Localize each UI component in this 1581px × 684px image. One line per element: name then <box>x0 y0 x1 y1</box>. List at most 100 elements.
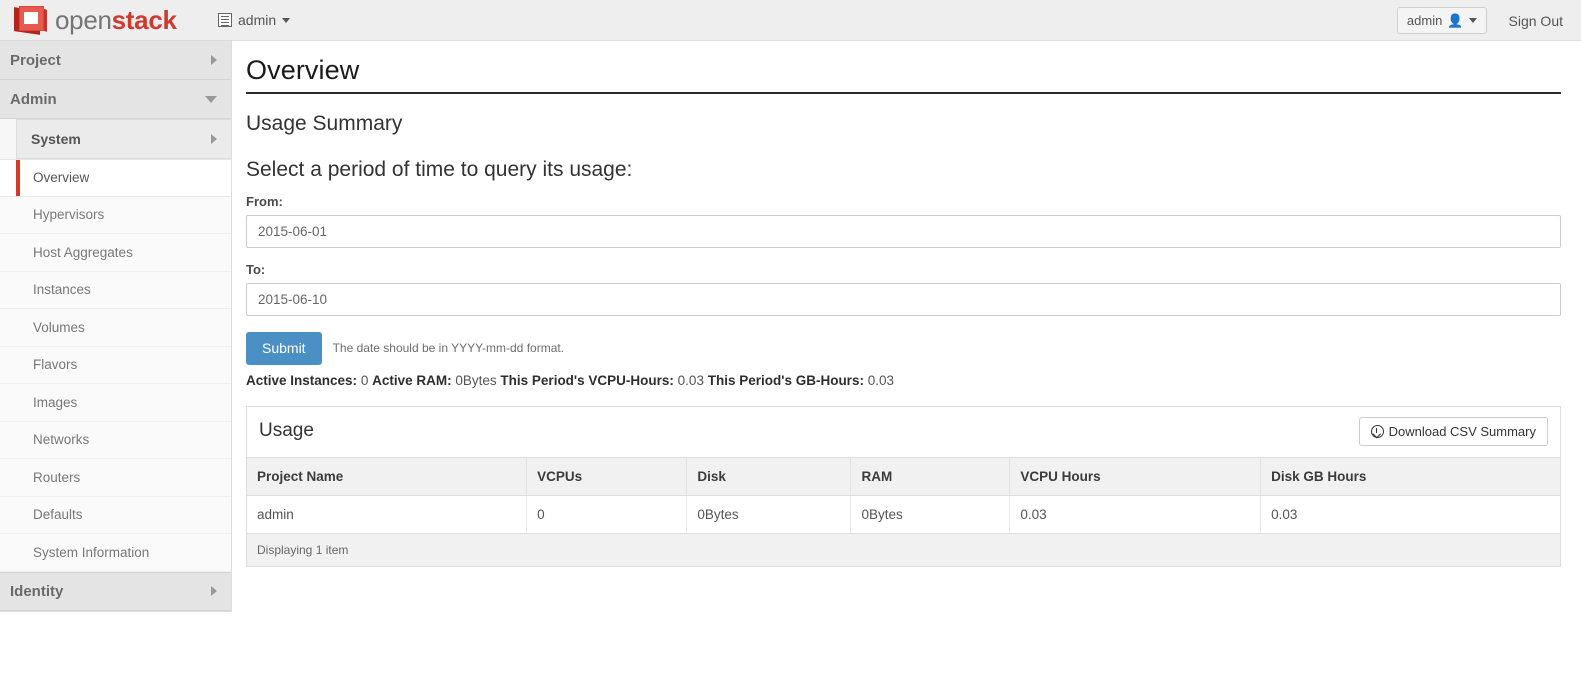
sidebar-group-system[interactable]: System <box>16 119 231 159</box>
sidebar-item-hypervisors[interactable]: Hypervisors <box>0 196 231 234</box>
sidebar-item-label: Flavors <box>33 357 78 373</box>
sidebar-group-system-label: System <box>31 131 81 147</box>
date-form-legend: Select a period of time to query its usa… <box>246 158 633 181</box>
date-format-help-text: The date should be in YYYY-mm-dd format. <box>332 341 565 356</box>
active-instances-label: Active Instances: <box>246 372 358 388</box>
active-ram-value: 0Bytes <box>455 372 497 388</box>
sidebar-navigation: Project Admin System Overview Hypervisor… <box>0 41 232 612</box>
cell-vcpus: 0 <box>526 495 688 534</box>
main-content: Overview Usage Summary Select a period o… <box>232 41 1581 567</box>
sidebar-panel-project-label: Project <box>10 51 61 69</box>
cell-disk: 0Bytes <box>686 495 852 534</box>
usage-table-title: Usage <box>259 420 314 442</box>
sidebar-panel-identity[interactable]: Identity <box>0 571 231 611</box>
usage-table-panel: Usage Download CSV Summary Project Name … <box>246 405 1561 567</box>
sidebar-item-label: Volumes <box>33 319 85 335</box>
user-menu-label: admin <box>1406 13 1443 28</box>
chevron-down-icon <box>205 95 217 103</box>
column-header-disk-gb-hours: Disk GB Hours <box>1260 457 1560 496</box>
sidebar-panel-admin[interactable]: Admin <box>0 80 231 119</box>
sidebar-item-defaults[interactable]: Defaults <box>0 496 231 534</box>
page-body: Project Admin System Overview Hypervisor… <box>0 41 1581 612</box>
column-header-project-name: Project Name <box>247 457 528 496</box>
openstack-cube-icon <box>14 5 48 35</box>
usage-table-body: admin 0 0Bytes 0Bytes 0.03 0.03 <box>247 495 1560 534</box>
chevron-down-icon <box>1468 18 1477 23</box>
sidebar-item-label: Overview <box>33 170 90 186</box>
usage-table-footer: Displaying 1 item <box>247 533 1560 566</box>
column-header-vcpus: VCPUs <box>526 457 688 496</box>
usage-stats-line: Active Instances: 0 Active RAM: 0Bytes T… <box>246 373 1561 388</box>
sidebar-panel-identity-label: Identity <box>10 582 64 600</box>
table-row[interactable]: admin 0 0Bytes 0Bytes 0.03 0.03 <box>247 495 1560 534</box>
list-box-icon <box>218 13 232 27</box>
cell-ram: 0Bytes <box>850 495 1011 534</box>
brand-wordmark: openstack <box>55 5 177 36</box>
sidebar-system-items: Overview Hypervisors Host Aggregates Ins… <box>0 159 231 572</box>
sidebar-item-instances[interactable]: Instances <box>0 271 231 309</box>
sidebar-item-label: Defaults <box>33 507 83 523</box>
table-header-row: Project Name VCPUs Disk RAM VCPU Hours D… <box>247 457 1560 496</box>
sidebar-item-host-aggregates[interactable]: Host Aggregates <box>0 234 231 272</box>
sidebar-item-label: Images <box>33 394 78 410</box>
cell-project-name: admin <box>247 495 528 534</box>
chevron-right-icon <box>211 586 217 596</box>
from-date-field-group: From: <box>246 194 1561 248</box>
brand-open-text: open <box>55 4 112 35</box>
usage-table-header-bar: Usage Download CSV Summary <box>247 406 1560 458</box>
sidebar-item-label: Networks <box>33 432 90 448</box>
column-header-disk: Disk <box>686 457 852 496</box>
gb-hours-label: This Period's GB-Hours: <box>707 372 864 388</box>
from-date-label: From: <box>246 194 283 209</box>
sidebar-item-label: Routers <box>33 469 81 485</box>
sidebar-item-system-information[interactable]: System Information <box>0 534 231 572</box>
chevron-right-icon <box>211 134 217 144</box>
usage-table-head: Project Name VCPUs Disk RAM VCPU Hours D… <box>247 457 1560 496</box>
download-csv-summary-button[interactable]: Download CSV Summary <box>1358 416 1548 446</box>
sign-out-link[interactable]: Sign Out <box>1509 13 1581 29</box>
sidebar-item-label: Hypervisors <box>33 207 105 223</box>
sidebar-item-networks[interactable]: Networks <box>0 421 231 459</box>
to-date-field-group: To: <box>246 262 1561 316</box>
download-csv-summary-label: Download CSV Summary <box>1388 423 1536 439</box>
top-navbar: openstack admin admin 👤 Sign Out <box>0 0 1581 41</box>
sidebar-item-label: Host Aggregates <box>33 244 133 260</box>
active-ram-label: Active RAM: <box>372 372 452 388</box>
project-context-switcher[interactable]: admin <box>212 8 296 32</box>
vcpu-hours-value: 0.03 <box>677 372 704 388</box>
page-title-divider <box>246 92 1561 94</box>
vcpu-hours-label: This Period's VCPU-Hours: <box>500 372 674 388</box>
sidebar-item-label: System Information <box>33 544 150 560</box>
usage-summary-heading: Usage Summary <box>246 112 403 135</box>
to-date-input[interactable] <box>246 283 1561 316</box>
usage-table: Project Name VCPUs Disk RAM VCPU Hours D… <box>247 457 1560 534</box>
sidebar-item-volumes[interactable]: Volumes <box>0 309 231 347</box>
sidebar-panel-project[interactable]: Project <box>0 41 231 80</box>
chevron-right-icon <box>211 55 217 65</box>
page-title: Overview <box>246 55 360 85</box>
user-menu-button[interactable]: admin 👤 <box>1396 7 1487 34</box>
context-switcher-label: admin <box>238 12 277 28</box>
cell-vcpu-hours: 0.03 <box>1009 495 1262 534</box>
to-date-label: To: <box>246 262 266 277</box>
submit-button[interactable]: Submit <box>246 332 322 365</box>
navbar-right-group: admin 👤 Sign Out <box>1396 0 1581 41</box>
from-date-input[interactable] <box>246 215 1561 248</box>
active-instances-value: 0 <box>360 372 369 388</box>
sidebar-item-flavors[interactable]: Flavors <box>0 346 231 384</box>
column-header-ram: RAM <box>850 457 1011 496</box>
sidebar-item-routers[interactable]: Routers <box>0 459 231 497</box>
brand-stack-text: stack <box>111 4 177 35</box>
person-icon: 👤 <box>1447 13 1464 28</box>
cell-disk-gb-hours: 0.03 <box>1260 495 1560 534</box>
column-header-vcpu-hours: VCPU Hours <box>1009 457 1262 496</box>
sidebar-panel-admin-label: Admin <box>10 90 57 108</box>
sidebar-bottom-divider <box>0 610 231 612</box>
sidebar-item-images[interactable]: Images <box>0 384 231 422</box>
gb-hours-value: 0.03 <box>867 372 894 388</box>
chevron-down-icon <box>282 17 291 23</box>
brand-logo[interactable]: openstack <box>0 5 212 36</box>
sidebar-item-overview[interactable]: Overview <box>0 159 231 197</box>
submit-row: Submit The date should be in YYYY-mm-dd … <box>246 332 1561 365</box>
download-circle-icon <box>1370 424 1384 438</box>
